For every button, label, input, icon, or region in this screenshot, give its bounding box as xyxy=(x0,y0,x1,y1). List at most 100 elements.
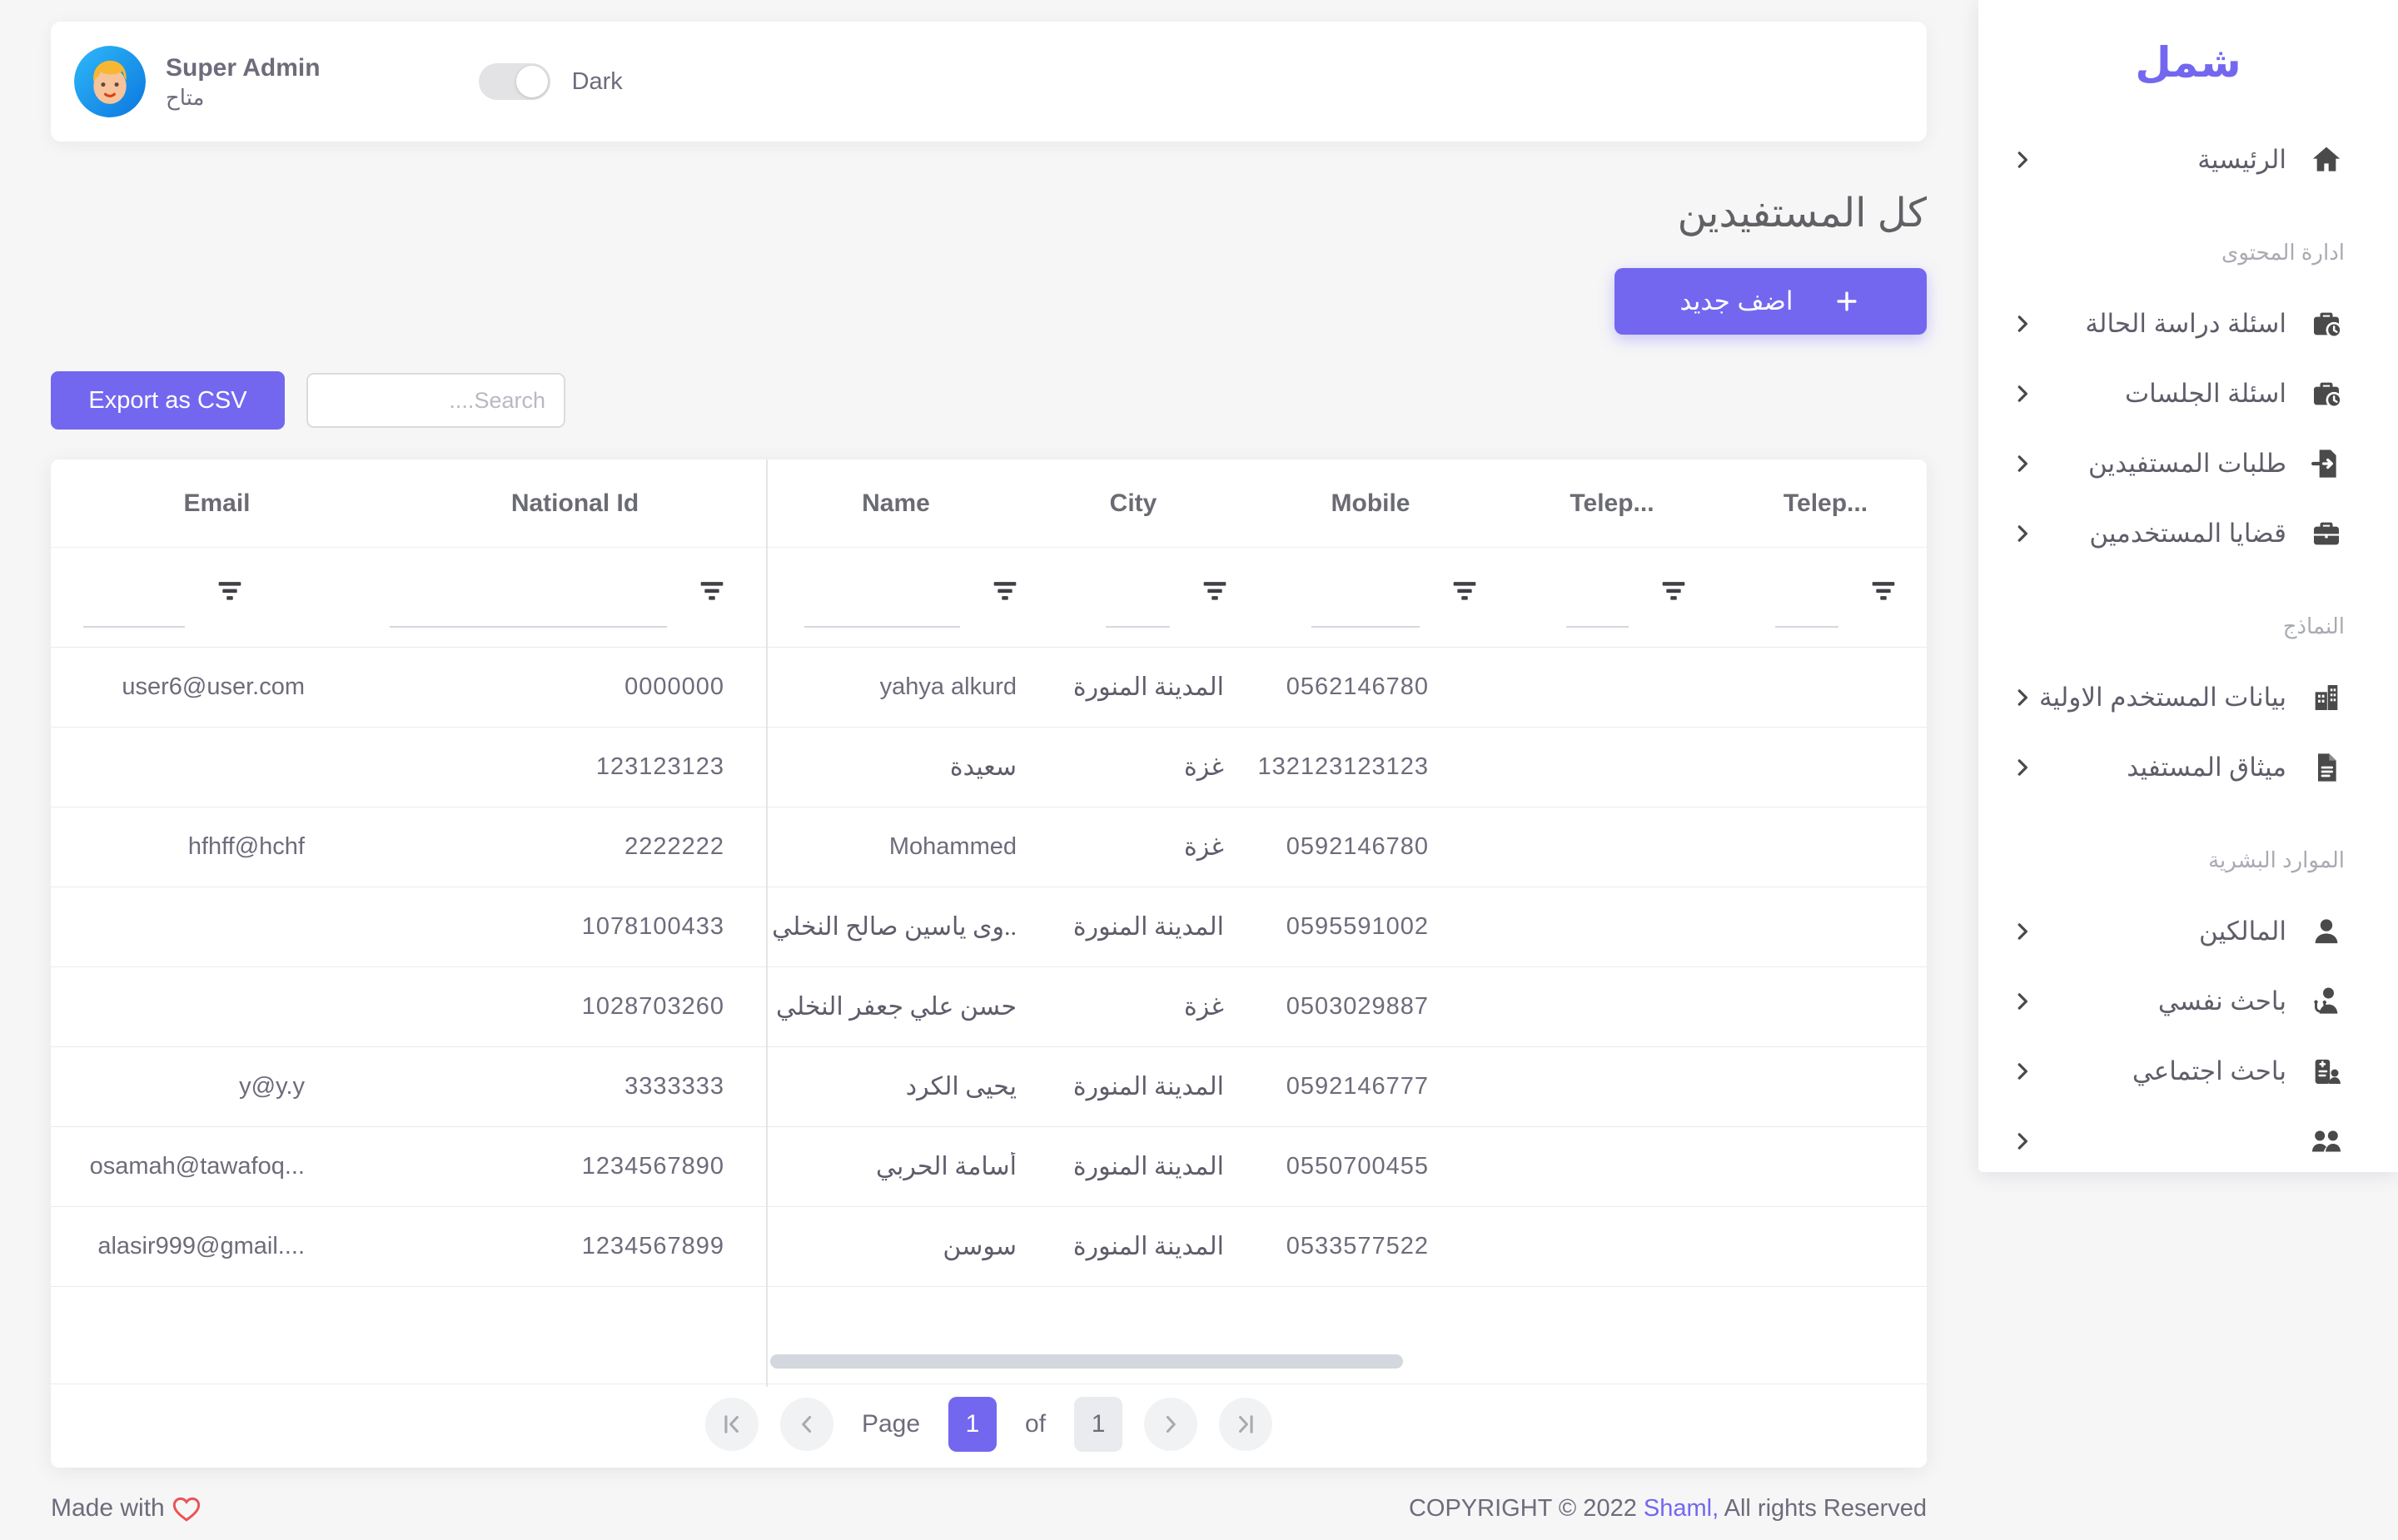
column-header-email[interactable]: Email xyxy=(51,489,383,518)
sidebar-item-label: باحث اجتماعي xyxy=(2132,1056,2286,1086)
sidebar-item[interactable]: بيانات المستخدم الاولية xyxy=(1978,673,2398,723)
filter-icon[interactable] xyxy=(216,578,243,604)
sidebar-item[interactable]: اسئلة الجلسات xyxy=(1978,369,2398,419)
sidebar-item[interactable]: ميثاق المستفيد xyxy=(1978,743,2398,792)
pagination: Page 1 of 1 xyxy=(51,1384,1927,1464)
footer: Made with COPYRIGHT © 2022 Shaml, All ri… xyxy=(51,1492,1927,1525)
copyright-prefix: COPYRIGHT © 2022 xyxy=(1409,1495,1637,1522)
filter-input-email[interactable] xyxy=(83,591,185,628)
page-title: كل المستفيدين xyxy=(51,190,1927,236)
cell-name: yahya alkurd xyxy=(767,673,1025,701)
app-root: شمل الرئيسية ادارة المحتوى اسئلة دراسة ا… xyxy=(0,0,2398,1540)
table-row[interactable]: user6@user.com0000000yahya alkurdالمدينة… xyxy=(51,648,1927,728)
column-header-name[interactable]: Name xyxy=(767,489,1025,518)
sidebar-item[interactable]: الرئيسية xyxy=(1978,135,2398,185)
cell-national_id: 1234567890 xyxy=(383,1153,767,1180)
table-row[interactable]: alasir999@gmail....1234567899سوسنالمدينة… xyxy=(51,1207,1927,1287)
copyright-suffix: All rights Reserved xyxy=(1724,1495,1927,1522)
sidebar-item[interactable]: المالكين xyxy=(1978,907,2398,956)
filter-input-telephone1[interactable] xyxy=(1566,591,1629,628)
chevron-right-icon xyxy=(2010,147,2035,172)
sidebar-item-label: باحث نفسي xyxy=(2158,986,2286,1016)
cell-mobile: 0550700455 xyxy=(1241,1153,1500,1180)
clipboard-person-icon xyxy=(2308,1053,2345,1090)
table-row[interactable]: 1078100433..وى ياسين صالح النخليالمدينة … xyxy=(51,887,1927,967)
table-filter-row xyxy=(51,548,1927,648)
chevron-left-icon xyxy=(793,1410,821,1438)
filter-input-city[interactable] xyxy=(1106,591,1170,628)
first-page-icon xyxy=(718,1410,746,1438)
sidebar: شمل الرئيسية ادارة المحتوى اسئلة دراسة ا… xyxy=(1978,0,2398,1172)
filter-icon[interactable] xyxy=(1870,578,1897,604)
column-header-telephone2[interactable]: Telep... xyxy=(1724,489,1927,518)
page-word: Page xyxy=(862,1410,920,1438)
filter-icon[interactable] xyxy=(992,578,1018,604)
copyright: COPYRIGHT © 2022 Shaml, All rights Reser… xyxy=(1409,1495,1927,1523)
filter-input-mobile[interactable] xyxy=(1311,591,1420,628)
cell-mobile: 0592146780 xyxy=(1241,833,1500,861)
filter-icon[interactable] xyxy=(1660,578,1687,604)
export-csv-button[interactable]: Export as CSV xyxy=(51,371,285,430)
cell-national_id: 123123123 xyxy=(383,753,767,781)
home-icon xyxy=(2308,142,2345,178)
made-with-text: Made with xyxy=(51,1494,165,1523)
sidebar-item[interactable]: قضايا المستخدمين xyxy=(1978,509,2398,559)
cell-email: y@y.y xyxy=(51,1073,383,1100)
sidebar-item-label: اسئلة الجلسات xyxy=(2125,379,2286,409)
next-page-button[interactable] xyxy=(1144,1398,1197,1451)
sidebar-item-label: بيانات المستخدم الاولية xyxy=(2039,683,2286,713)
add-new-button[interactable]: اضف جديد xyxy=(1614,268,1927,335)
cell-city: المدينة المنورة xyxy=(1025,1072,1241,1101)
filter-input-national_id[interactable] xyxy=(390,591,667,628)
filter-input-telephone2[interactable] xyxy=(1775,591,1838,628)
filter-cell-city xyxy=(1025,548,1241,647)
chevron-right-icon xyxy=(2010,381,2035,406)
of-word: of xyxy=(1025,1410,1046,1438)
column-header-mobile[interactable]: Mobile xyxy=(1241,489,1500,518)
chevron-right-icon xyxy=(2010,521,2035,546)
cell-national_id: 1234567899 xyxy=(383,1233,767,1260)
table-row[interactable]: 1028703260حسن علي جعفر النخليغزة05030298… xyxy=(51,967,1927,1047)
column-header-telephone1[interactable]: Telep... xyxy=(1500,489,1724,518)
sidebar-item[interactable]: طلبات المستفيدين xyxy=(1978,439,2398,489)
cell-city: المدينة المنورة xyxy=(1025,1152,1241,1181)
table-body: user6@user.com0000000yahya alkurdالمدينة… xyxy=(51,648,1927,1287)
avatar-image xyxy=(74,46,146,117)
user-name: Super Admin xyxy=(166,52,321,84)
cell-name: سوسن xyxy=(767,1232,1025,1261)
filter-icon[interactable] xyxy=(699,578,725,604)
filter-icon[interactable] xyxy=(1451,578,1478,604)
filter-icon[interactable] xyxy=(1201,578,1228,604)
last-page-button[interactable] xyxy=(1219,1398,1272,1451)
filter-input-name[interactable] xyxy=(804,591,960,628)
sidebar-item-label: ميثاق المستفيد xyxy=(2127,753,2286,782)
filter-cell-telephone1 xyxy=(1500,548,1724,647)
table-row[interactable]: osamah@tawafoq...1234567890أسامة الحربيا… xyxy=(51,1127,1927,1207)
beneficiaries-table: EmailNational IdNameCityMobileTelep...Te… xyxy=(51,460,1927,1468)
sidebar-section-label: ادارة المحتوى xyxy=(1978,240,2345,266)
prev-page-button[interactable] xyxy=(780,1398,833,1451)
doctor-icon xyxy=(2308,983,2345,1020)
sidebar-item[interactable]: باحث نفسي xyxy=(1978,976,2398,1026)
cell-national_id: 0000000 xyxy=(383,673,767,701)
sidebar-item[interactable] xyxy=(1978,1116,2398,1166)
search-input[interactable] xyxy=(306,373,565,428)
dark-mode-toggle[interactable] xyxy=(479,63,550,100)
sidebar-item-label: طلبات المستفيدين xyxy=(2088,449,2286,479)
brand-link[interactable]: Shaml, xyxy=(1644,1495,1719,1522)
table-row[interactable]: y@y.y3333333يحيى الكردالمدينة المنورة059… xyxy=(51,1047,1927,1127)
building-icon xyxy=(2308,679,2345,716)
sidebar-item[interactable]: اسئلة دراسة الحالة xyxy=(1978,299,2398,349)
first-page-button[interactable] xyxy=(705,1398,759,1451)
cell-mobile: 0503029887 xyxy=(1241,993,1500,1021)
column-header-city[interactable]: City xyxy=(1025,489,1241,518)
horizontal-scrollbar[interactable] xyxy=(770,1354,1403,1369)
column-header-national_id[interactable]: National Id xyxy=(383,489,767,518)
sidebar-item[interactable]: باحث اجتماعي xyxy=(1978,1046,2398,1096)
cell-city: غزة xyxy=(1025,753,1241,782)
avatar[interactable] xyxy=(74,46,146,117)
table-row[interactable]: 123123123سعيدةغزة132123123123 xyxy=(51,728,1927,807)
chevron-right-icon xyxy=(2010,1129,2035,1154)
current-page-badge[interactable]: 1 xyxy=(948,1397,997,1452)
table-row[interactable]: hfhff@hchf2222222Mohammedغزة0592146780 xyxy=(51,807,1927,887)
